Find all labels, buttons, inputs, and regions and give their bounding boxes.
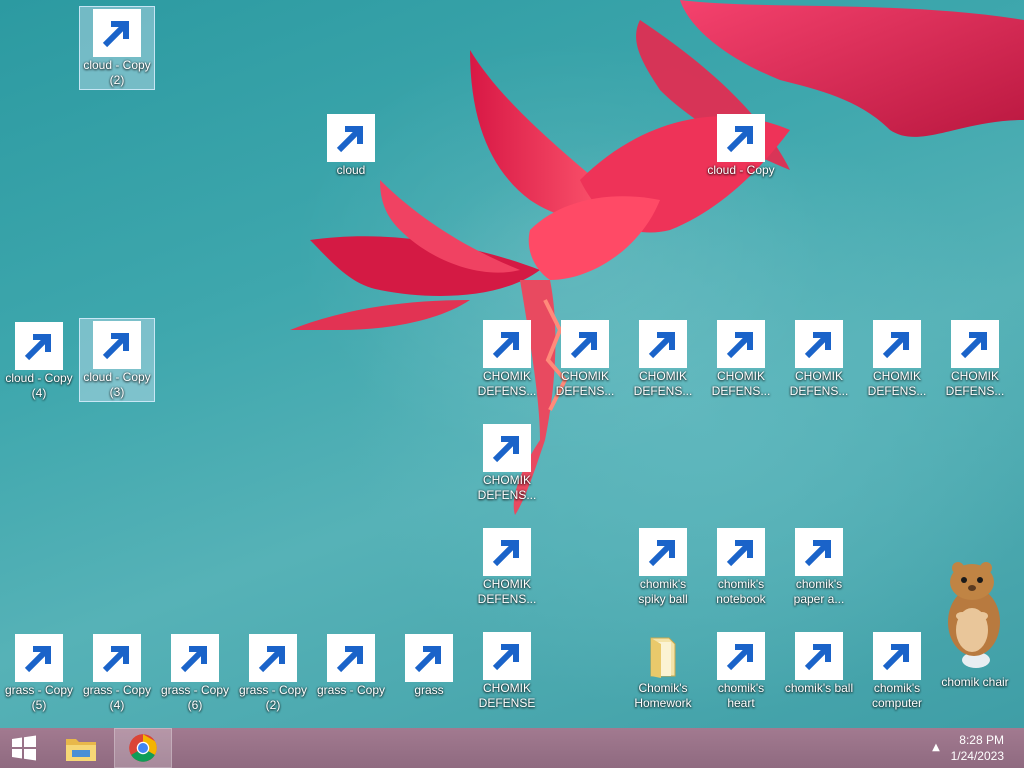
- shortcut-arrow-icon: [93, 321, 141, 369]
- desktop-icon-label: CHOMIK DEFENS...: [555, 369, 615, 398]
- desktop-icon-chomik-defender-6[interactable]: CHOMIK DEFENS...: [858, 318, 936, 399]
- shortcut-arrow-icon: [15, 322, 63, 370]
- shortcut-arrow-icon: [795, 632, 843, 680]
- desktop-icon-label: CHOMIK DEFENS...: [477, 369, 537, 398]
- desktop-icon-label: grass - Copy (6): [160, 683, 230, 712]
- shortcut-arrow-icon: [93, 9, 141, 57]
- desktop-icon-label: chomik's paper a...: [793, 577, 845, 606]
- desktop-icon-cloud-copy[interactable]: cloud - Copy: [702, 112, 780, 178]
- desktop-icon-label: cloud: [336, 163, 366, 177]
- shortcut-arrow-icon: [561, 320, 609, 368]
- desktop-icon-spiky-ball[interactable]: chomik's spiky ball: [624, 526, 702, 607]
- desktop-icon-ball[interactable]: chomik's ball: [780, 630, 858, 696]
- desktop-icon-paper-airplane[interactable]: chomik's paper a...: [780, 526, 858, 607]
- desktop-icon-heart[interactable]: Box chomik's heart: [702, 630, 780, 711]
- shortcut-arrow-icon: [951, 320, 999, 368]
- desktop-icon-grass-copy-2[interactable]: grass - Copy (2): [234, 632, 312, 713]
- desktop-icon-notebook[interactable]: chomik's notebook: [702, 526, 780, 607]
- shortcut-arrow-icon: [15, 634, 63, 682]
- shortcut-arrow-icon: [717, 528, 765, 576]
- desktop-icon-label: chomik's spiky ball: [638, 577, 688, 606]
- shortcut-arrow-icon: [717, 632, 765, 680]
- desktop-icon-label: grass - Copy: [316, 683, 386, 697]
- shortcut-arrow-icon: [717, 114, 765, 162]
- shortcut-arrow-icon: [873, 320, 921, 368]
- desktop-icon-label: CHOMIK DEFENSE: [478, 681, 536, 710]
- desktop-icon-label: CHOMIK DEFENS...: [477, 577, 537, 606]
- desktop[interactable]: cloud - Copy (2) cloud cloud - Copy clou…: [0, 0, 1024, 728]
- shortcut-arrow-icon: [405, 634, 453, 682]
- desktop-icon-label: chomik's computer: [871, 681, 923, 710]
- desktop-icon-chomik-defender-3[interactable]: CHOMIK DEFENS...: [624, 318, 702, 399]
- shortcut-arrow-icon: [795, 320, 843, 368]
- desktop-icon-computer[interactable]: chomik's computer: [858, 630, 936, 711]
- desktop-icon-label: CHOMIK DEFENS...: [711, 369, 771, 398]
- desktop-icon-chomik-defender-5[interactable]: CHOMIK DEFENS...: [780, 318, 858, 399]
- shortcut-arrow-icon: [483, 528, 531, 576]
- file-explorer-icon: [66, 739, 96, 761]
- desktop-icon-cloud-copy-3[interactable]: cloud - Copy (3): [79, 318, 155, 402]
- desktop-icon-grass[interactable]: grass: [390, 632, 468, 698]
- file-explorer-taskbar-button[interactable]: [56, 728, 106, 768]
- desktop-icon-label: grass - Copy (4): [82, 683, 152, 712]
- desktop-icon-label: grass - Copy (2): [238, 683, 308, 712]
- desktop-icon-label: CHOMIK DEFENS...: [945, 369, 1005, 398]
- shortcut-arrow-icon: [249, 634, 297, 682]
- desktop-icon-label: chomik's heart: [717, 681, 765, 710]
- desktop-icon-label: chomik chair: [941, 675, 1009, 689]
- windows-logo-icon: [12, 735, 36, 761]
- desktop-icon-label: cloud - Copy (2): [83, 58, 151, 87]
- shortcut-arrow-icon: [795, 528, 843, 576]
- shortcut-arrow-icon: [483, 320, 531, 368]
- chevron-up-icon[interactable]: ▲: [930, 740, 942, 756]
- desktop-icon-grass-copy-5[interactable]: grass - Copy (5): [0, 632, 78, 713]
- hamster-icon[interactable]: [928, 556, 1018, 676]
- desktop-icon-label: cloud - Copy (3): [83, 370, 151, 399]
- desktop-icon-grass-copy-4[interactable]: grass - Copy (4): [78, 632, 156, 713]
- desktop-icon-chomik-defender-2[interactable]: CHOMIK DEFENS...: [546, 318, 624, 399]
- shortcut-arrow-icon: [483, 424, 531, 472]
- chrome-icon: [129, 734, 157, 762]
- shortcut-arrow-icon: [327, 634, 375, 682]
- desktop-icon-label: Chomik's Homework: [634, 681, 692, 710]
- desktop-icon-chomik-defender-8[interactable]: CHOMIK DEFENS...: [468, 422, 546, 503]
- desktop-icon-cloud-copy-2[interactable]: cloud - Copy (2): [79, 6, 155, 90]
- shortcut-arrow-icon: [483, 632, 531, 680]
- shortcut-arrow-icon: [873, 632, 921, 680]
- desktop-icon-grass-copy-6[interactable]: grass - Copy (6): [156, 632, 234, 713]
- desktop-icon-label: CHOMIK DEFENS...: [789, 369, 849, 398]
- desktop-icon-label: chomik's ball: [784, 681, 854, 695]
- desktop-icon-label: grass: [414, 683, 444, 697]
- clock-time[interactable]: 8:28 PM: [959, 733, 1004, 747]
- desktop-icon-label: CHOMIK DEFENS...: [477, 473, 537, 502]
- desktop-icon-label: cloud - Copy (4): [5, 371, 73, 400]
- desktop-icon-cloud-copy-4[interactable]: cloud - Copy (4): [0, 320, 78, 401]
- desktop-icon-chomik-defender-7[interactable]: CHOMIK DEFENS...: [936, 318, 1014, 399]
- shortcut-arrow-icon: [327, 114, 375, 162]
- shortcut-arrow-icon: [639, 528, 687, 576]
- shortcut-arrow-icon: [171, 634, 219, 682]
- desktop-icon-label: cloud - Copy: [707, 163, 775, 177]
- desktop-icon-label: chomik's notebook: [716, 577, 766, 606]
- desktop-icon-cloud[interactable]: cloud: [312, 112, 390, 178]
- taskbar: ▲ 8:28 PM 1/24/2023: [0, 728, 1024, 768]
- desktop-icon-chair[interactable]: chomik chair: [936, 672, 1014, 690]
- desktop-icon-chomik-defender-1[interactable]: CHOMIK DEFENS...: [468, 318, 546, 399]
- desktop-icon-homework-folder[interactable]: Chomik's Homework: [624, 630, 702, 711]
- desktop-icon-chomik-defender-10[interactable]: CHOMIK DEFENSE: [468, 630, 546, 711]
- desktop-icon-grass-copy[interactable]: grass - Copy: [312, 632, 390, 698]
- desktop-icon-label: CHOMIK DEFENS...: [633, 369, 693, 398]
- desktop-icon-chomik-defender-4[interactable]: CHOMIK DEFENS...: [702, 318, 780, 399]
- folder-icon: [650, 637, 676, 678]
- desktop-icon-label: grass - Copy (5): [4, 683, 74, 712]
- shortcut-arrow-icon: [717, 320, 765, 368]
- chrome-taskbar-button[interactable]: [114, 728, 172, 768]
- desktop-icon-label: CHOMIK DEFENS...: [867, 369, 927, 398]
- desktop-icon-chomik-defender-9[interactable]: CHOMIK DEFENS...: [468, 526, 546, 607]
- shortcut-arrow-icon: [93, 634, 141, 682]
- shortcut-arrow-icon: [639, 320, 687, 368]
- clock-date[interactable]: 1/24/2023: [951, 749, 1004, 763]
- start-button[interactable]: [0, 728, 48, 768]
